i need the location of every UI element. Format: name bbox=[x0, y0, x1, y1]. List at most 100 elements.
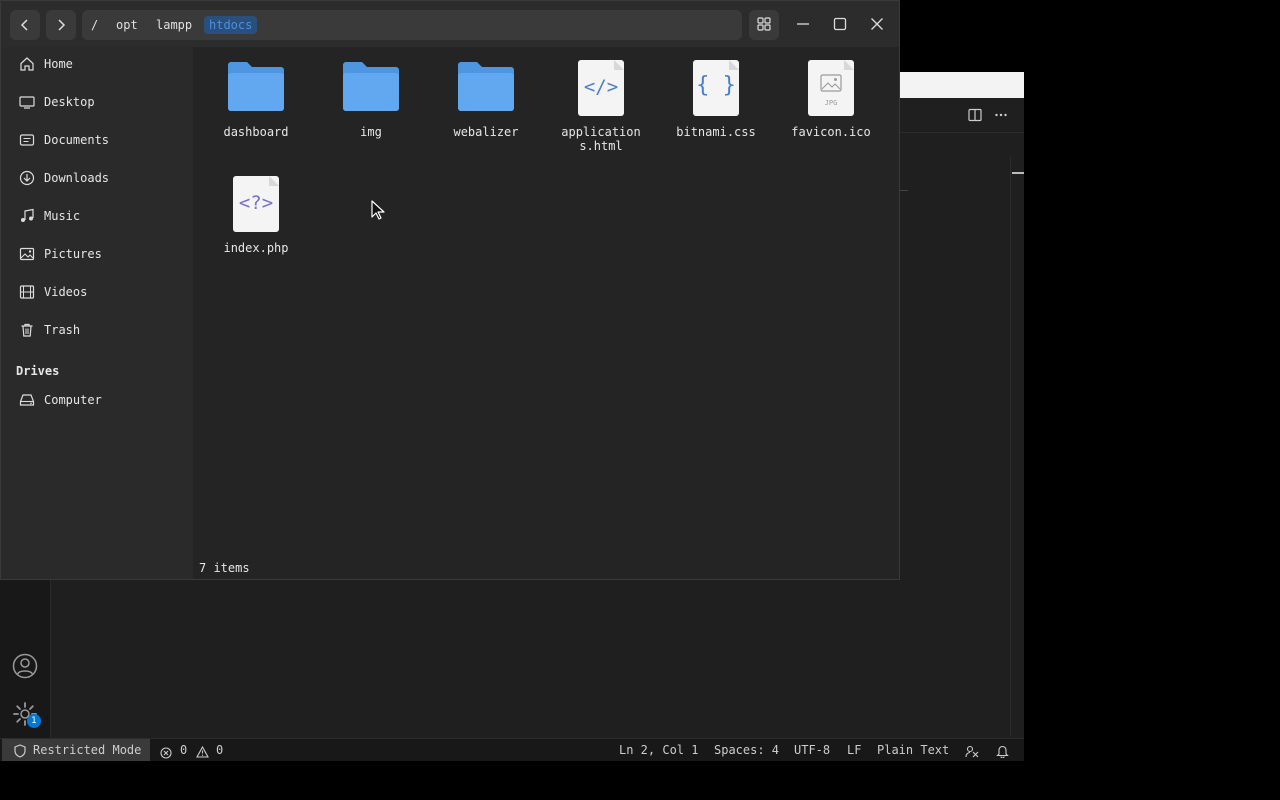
pictures-icon bbox=[19, 246, 35, 262]
places-sidebar: Home Desktop Documents Downloads Music P… bbox=[1, 47, 193, 579]
sidebar-item-documents[interactable]: Documents bbox=[1, 121, 193, 159]
file-name: img bbox=[360, 125, 382, 139]
editor-scrollbar[interactable] bbox=[1010, 156, 1025, 736]
editor-tab-bar bbox=[900, 98, 1024, 133]
chevron-right-icon bbox=[55, 16, 67, 35]
sidebar-item-label: Documents bbox=[44, 133, 110, 147]
breadcrumb-root[interactable]: / bbox=[91, 17, 98, 33]
eol-setting[interactable]: LF bbox=[847, 739, 861, 761]
desktop-icon bbox=[19, 94, 35, 110]
encoding-setting[interactable]: UTF-8 bbox=[794, 739, 830, 761]
editor-status-bar: Restricted Mode 0 0 Ln 2, Col 1 Spaces: … bbox=[0, 738, 1024, 761]
file-name: webalizer bbox=[453, 125, 519, 139]
sidebar-item-videos[interactable]: Videos bbox=[1, 273, 193, 311]
feedback-icon[interactable] bbox=[965, 744, 979, 758]
drive-icon bbox=[19, 392, 35, 408]
mouse-pointer-icon bbox=[371, 200, 385, 220]
maximize-icon bbox=[833, 16, 847, 35]
file-item-favicon-ico[interactable]: JPG favicon.ico bbox=[776, 59, 886, 139]
editor-title-bar bbox=[900, 72, 1024, 98]
drives-section-title: Drives bbox=[16, 364, 60, 378]
file-item-webalizer[interactable]: webalizer bbox=[431, 59, 541, 139]
settings-badge: 1 bbox=[27, 714, 41, 728]
file-manager-window: / opt lampp htdocs Home Desktop Document… bbox=[0, 0, 900, 580]
grid-view-icon bbox=[757, 16, 771, 35]
sidebar-item-label: Desktop bbox=[44, 95, 95, 109]
sidebar-item-label: Music bbox=[44, 209, 81, 223]
file-name: index.php bbox=[223, 241, 289, 255]
accounts-icon[interactable] bbox=[11, 652, 39, 680]
folder-icon bbox=[342, 59, 400, 117]
editor-scrollbar-thumb[interactable] bbox=[1012, 172, 1024, 174]
sidebar-item-downloads[interactable]: Downloads bbox=[1, 159, 193, 197]
file-type-glyph: </> bbox=[583, 76, 619, 98]
sidebar-item-label: Pictures bbox=[44, 247, 102, 261]
language-mode[interactable]: Plain Text bbox=[877, 739, 949, 761]
warning-count: 0 bbox=[216, 743, 224, 757]
path-bar[interactable]: / opt lampp htdocs bbox=[82, 10, 742, 40]
file-name: bitnami.css bbox=[676, 125, 756, 139]
trash-icon bbox=[19, 322, 35, 338]
restricted-mode-label: Restricted Mode bbox=[33, 743, 142, 757]
sidebar-item-computer[interactable]: Computer bbox=[1, 381, 193, 419]
file-type-glyph: JPG bbox=[824, 99, 838, 107]
sidebar-item-label: Computer bbox=[44, 393, 102, 407]
breadcrumb-htdocs[interactable]: htdocs bbox=[204, 16, 258, 34]
file-item-img[interactable]: img bbox=[316, 59, 426, 139]
editor-ruler bbox=[900, 190, 908, 191]
file-item-index-php[interactable]: <?> index.php bbox=[201, 175, 311, 255]
php-file-icon: <?> bbox=[227, 175, 285, 233]
file-grid: dashboard img webalizer </> applications… bbox=[193, 47, 899, 579]
music-icon bbox=[19, 208, 35, 224]
view-toggle-button[interactable] bbox=[749, 10, 779, 40]
notifications-bell-icon[interactable] bbox=[996, 743, 1009, 759]
sidebar-item-pictures[interactable]: Pictures bbox=[1, 235, 193, 273]
sidebar-item-desktop[interactable]: Desktop bbox=[1, 83, 193, 121]
folder-icon bbox=[227, 59, 285, 117]
file-name: dashboard bbox=[223, 125, 289, 139]
indentation-setting[interactable]: Spaces: 4 bbox=[714, 739, 779, 761]
file-item-dashboard[interactable]: dashboard bbox=[201, 59, 311, 139]
breadcrumb-lampp[interactable]: lampp bbox=[156, 17, 192, 33]
forward-button[interactable] bbox=[46, 10, 76, 40]
sidebar-item-home[interactable]: Home bbox=[1, 45, 193, 83]
breadcrumb-opt[interactable]: opt bbox=[116, 17, 138, 33]
documents-icon bbox=[19, 132, 35, 148]
error-icon bbox=[160, 744, 172, 766]
more-actions-icon[interactable] bbox=[992, 106, 1010, 124]
restricted-mode-indicator[interactable]: Restricted Mode bbox=[2, 739, 150, 761]
file-item-bitnami-css[interactable]: { } bitnami.css bbox=[661, 59, 771, 139]
file-name: favicon.ico bbox=[791, 125, 871, 139]
split-editor-icon[interactable] bbox=[966, 106, 984, 124]
file-type-glyph: { } bbox=[696, 73, 736, 98]
sidebar-item-label: Videos bbox=[44, 285, 88, 299]
shield-icon bbox=[14, 743, 26, 765]
file-name: applications.html bbox=[561, 125, 641, 153]
sidebar-item-label: Downloads bbox=[44, 171, 110, 185]
back-button[interactable] bbox=[10, 10, 40, 40]
sidebar-item-music[interactable]: Music bbox=[1, 197, 193, 235]
sidebar-item-label: Home bbox=[44, 57, 73, 71]
chevron-left-icon bbox=[19, 16, 31, 35]
sidebar-item-trash[interactable]: Trash bbox=[1, 311, 193, 349]
html-file-icon: </> bbox=[572, 59, 630, 117]
home-icon bbox=[19, 56, 35, 72]
file-item-applications-html[interactable]: </> applications.html bbox=[546, 59, 656, 153]
maximize-button[interactable] bbox=[828, 13, 852, 37]
item-count-status: 7 items bbox=[199, 561, 250, 575]
downloads-icon bbox=[19, 170, 35, 186]
cursor-position[interactable]: Ln 2, Col 1 bbox=[619, 739, 698, 761]
close-button[interactable] bbox=[865, 13, 889, 37]
minimize-button[interactable] bbox=[791, 13, 815, 37]
file-type-glyph: <?> bbox=[238, 192, 274, 214]
css-file-icon: { } bbox=[687, 59, 745, 117]
close-icon bbox=[870, 16, 884, 35]
videos-icon bbox=[19, 284, 35, 300]
error-count: 0 bbox=[180, 743, 188, 757]
image-file-icon: JPG bbox=[802, 59, 860, 117]
file-manager-header: / opt lampp htdocs bbox=[1, 1, 899, 47]
sidebar-item-label: Trash bbox=[44, 323, 81, 337]
folder-icon bbox=[457, 59, 515, 117]
minimize-icon bbox=[796, 16, 810, 35]
warning-icon bbox=[196, 743, 209, 765]
